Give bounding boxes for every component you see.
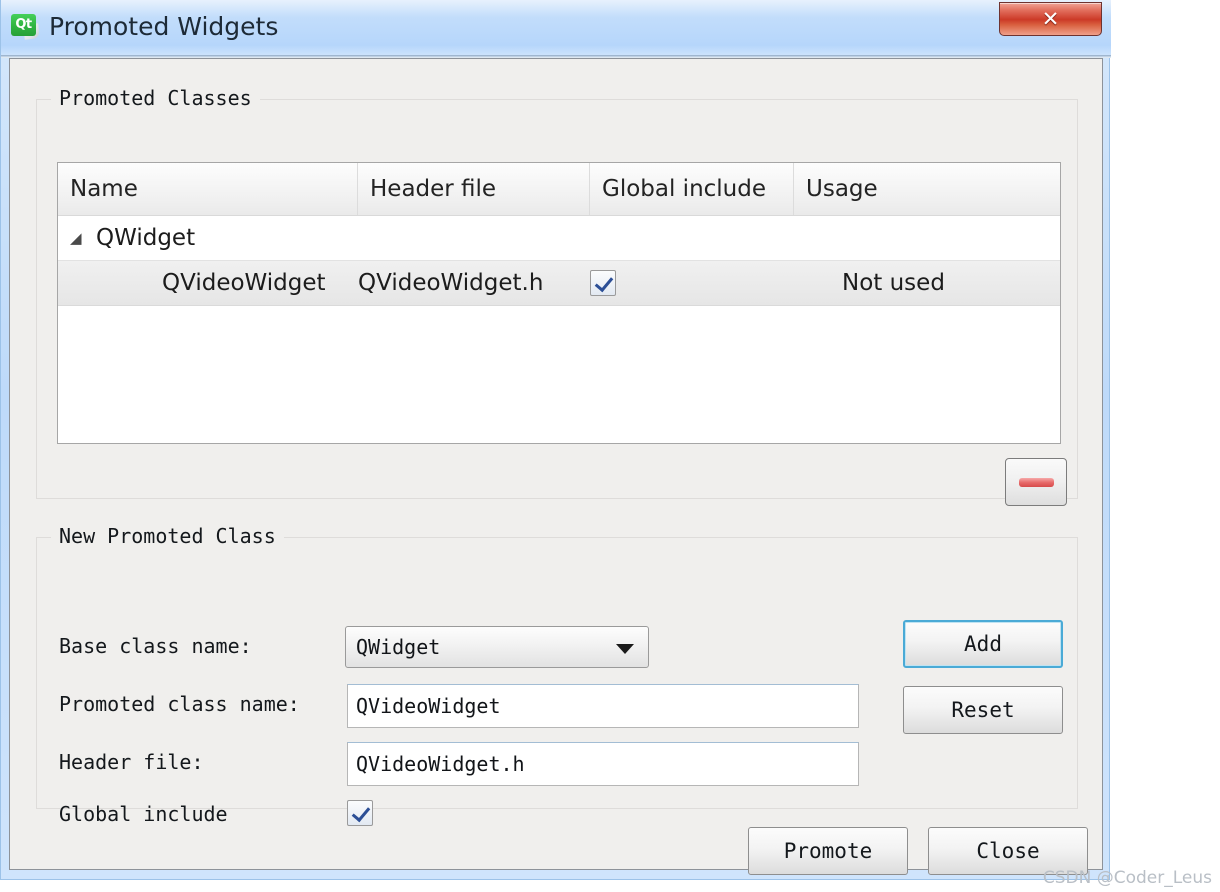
add-button[interactable]: Add — [903, 620, 1063, 668]
chevron-down-icon — [616, 644, 634, 654]
window-title: Promoted Widgets — [49, 12, 278, 41]
close-window-button[interactable]: ✕ — [999, 2, 1102, 36]
promoted-widgets-dialog: Qt Promoted Widgets ✕ Promoted Classes N… — [0, 0, 1110, 880]
tree-row[interactable]: ◢ QWidget — [58, 216, 1060, 260]
base-class-name-value: QWidget — [356, 627, 440, 667]
minus-icon — [1019, 478, 1054, 487]
promoted-class-name-label: Promoted class name: — [59, 692, 300, 716]
promoted-classes-title: Promoted Classes — [51, 86, 260, 110]
watermark-text: CSDN @Coder_Leus — [1043, 868, 1212, 888]
dialog-client-area: Promoted Classes Name Header file Global… — [9, 58, 1103, 870]
cell-header-file: QVideoWidget.h — [358, 270, 590, 296]
base-class-name-label: Base class name: — [59, 634, 252, 658]
global-include-row-checkbox[interactable] — [590, 270, 616, 296]
cell-global-include — [590, 270, 794, 296]
new-promoted-class-groupbox: New Promoted Class Base class name: QWid… — [36, 537, 1078, 809]
tree-row[interactable]: QVideoWidget QVideoWidget.h Not used — [58, 260, 1060, 306]
qt-logo-icon: Qt — [11, 14, 41, 40]
cell-usage: Not used — [794, 270, 1060, 296]
promoted-class-name-input[interactable]: QVideoWidget — [347, 684, 859, 728]
promoted-classes-groupbox: Promoted Classes Name Header file Global… — [36, 99, 1078, 499]
tree-header-row: Name Header file Global include Usage — [58, 163, 1060, 216]
cell-name: QWidget — [92, 225, 370, 251]
column-header-usage[interactable]: Usage — [794, 163, 1060, 215]
base-class-name-select[interactable]: QWidget — [345, 626, 649, 668]
promoted-classes-tree[interactable]: Name Header file Global include Usage ◢ … — [57, 162, 1061, 444]
reset-button[interactable]: Reset — [903, 686, 1063, 734]
global-include-label: Global include — [59, 802, 228, 826]
close-icon: ✕ — [1000, 3, 1101, 35]
header-file-label: Header file: — [59, 750, 204, 774]
cell-name: QVideoWidget — [58, 270, 358, 296]
promote-button[interactable]: Promote — [748, 827, 908, 875]
global-include-checkbox[interactable] — [347, 800, 373, 826]
qt-logo-badge: Qt — [11, 14, 36, 36]
remove-promoted-class-button[interactable] — [1005, 458, 1067, 506]
new-promoted-class-title: New Promoted Class — [51, 524, 284, 548]
column-header-header-file[interactable]: Header file — [358, 163, 590, 215]
title-bar[interactable]: Qt Promoted Widgets ✕ — [1, 0, 1111, 58]
column-header-global-include[interactable]: Global include — [590, 163, 794, 215]
header-file-input[interactable]: QVideoWidget.h — [347, 742, 859, 786]
expand-collapse-icon[interactable]: ◢ — [70, 229, 92, 247]
column-header-name[interactable]: Name — [58, 163, 358, 215]
